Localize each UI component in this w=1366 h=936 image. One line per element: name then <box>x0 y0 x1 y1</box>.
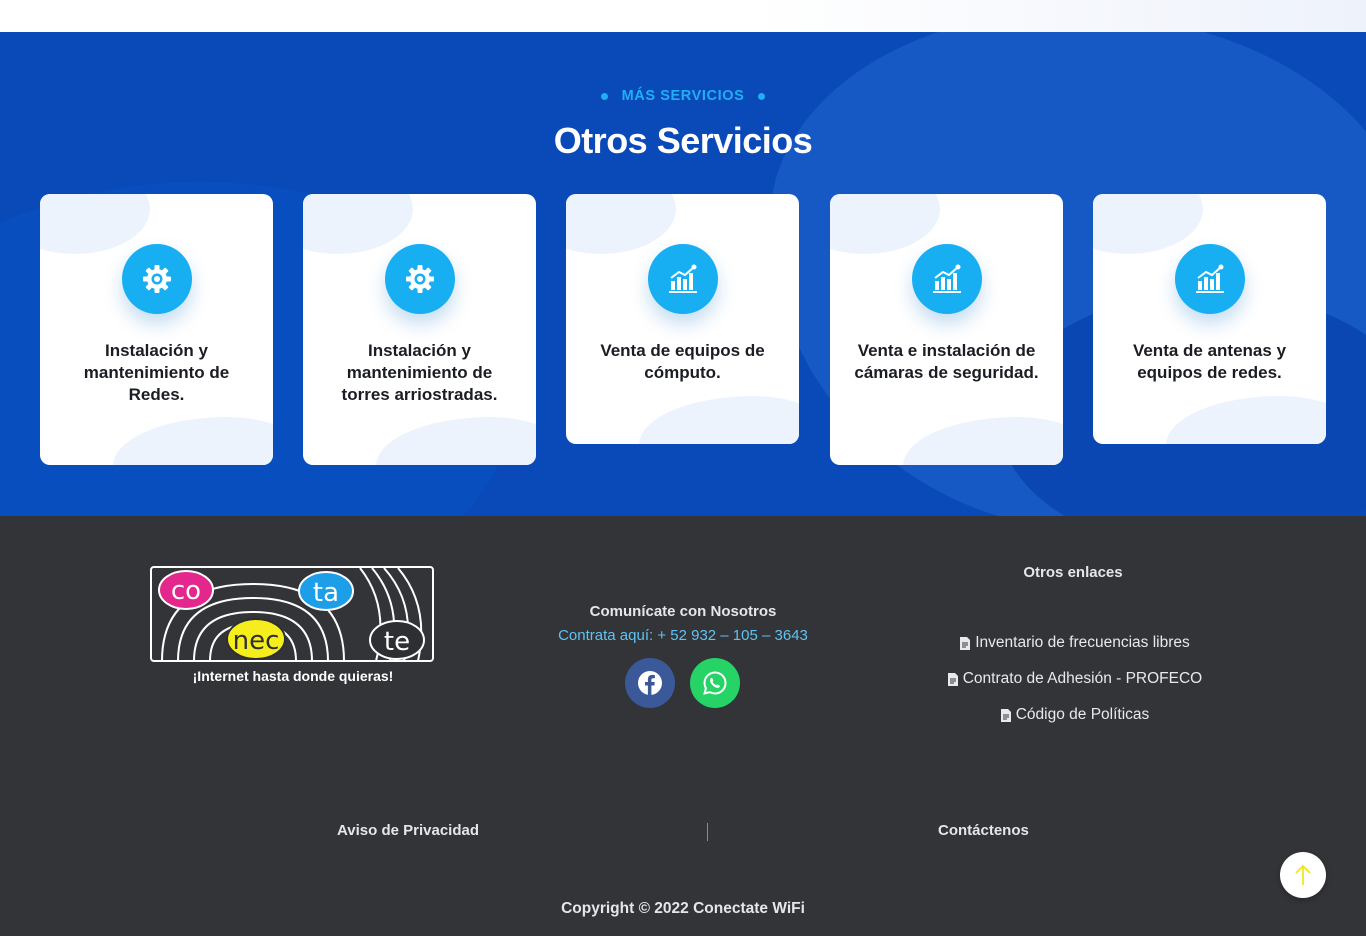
section-tag: MÁS SERVICIOS <box>0 88 1366 104</box>
facebook-button[interactable] <box>625 658 675 708</box>
service-card-network[interactable]: Instalación y mantenimiento de Redes. <box>40 194 273 465</box>
chart-icon <box>1174 244 1245 314</box>
service-card-antennas[interactable]: Venta de antenas y equipos de redes. <box>1093 194 1326 444</box>
link-label: Inventario de frecuencias libres <box>975 634 1190 651</box>
gear-icon <box>121 244 192 314</box>
divider <box>707 823 708 841</box>
footer: co ta nec te ¡Internet hasta donde quier… <box>0 516 1366 936</box>
link-policies-code[interactable]: Código de Políticas <box>880 706 1270 724</box>
link-label: Código de Políticas <box>1015 706 1150 723</box>
svg-text:ta: ta <box>313 578 339 608</box>
service-card-towers[interactable]: Instalación y mantenimiento de torres ar… <box>303 194 536 465</box>
scroll-to-top-button[interactable] <box>1280 852 1326 898</box>
svg-text:te: te <box>384 627 410 657</box>
dot-icon <box>600 92 608 100</box>
service-card-label: Venta e instalación de cámaras de seguri… <box>854 341 1039 382</box>
whatsapp-button[interactable] <box>690 658 740 708</box>
contact-link[interactable]: Contáctenos <box>938 822 1029 839</box>
privacy-link[interactable]: Aviso de Privacidad <box>337 822 479 839</box>
link-frequencies-inventory[interactable]: Inventario de frecuencias libres <box>880 634 1270 652</box>
dot-icon <box>758 92 766 100</box>
links-heading: Otros enlaces <box>1023 564 1123 581</box>
copyright: Copyright © 2022 Conectate WiFi <box>561 900 805 917</box>
section-tag-label: MÁS SERVICIOS <box>621 88 745 104</box>
service-card-label: Venta de antenas y equipos de redes. <box>1132 341 1287 382</box>
chart-icon <box>647 244 718 314</box>
chart-icon <box>911 244 982 314</box>
whatsapp-icon <box>703 671 727 695</box>
service-card-label: Venta de equipos de cómputo. <box>600 341 765 382</box>
file-icon <box>947 672 958 686</box>
service-card-computers[interactable]: Venta de equipos de cómputo. <box>566 194 799 444</box>
section-title: Otros Servicios <box>553 120 813 161</box>
contact-heading: Comunícate con Nosotros <box>589 603 777 620</box>
service-card-label: Instalación y mantenimiento de Redes. <box>83 341 230 404</box>
pdf-file-icon <box>960 636 971 650</box>
facebook-icon <box>638 671 662 695</box>
svg-text:nec: nec <box>233 626 280 656</box>
slogan: ¡Internet hasta donde quieras! <box>192 668 394 684</box>
gear-icon <box>384 244 455 314</box>
contact-phone-link[interactable]: Contrata aquí: + 52 932 – 105 – 3643 <box>483 627 883 644</box>
service-card-label: Instalación y mantenimiento de torres ar… <box>341 341 498 404</box>
link-label: Contrato de Adhesión - PROFECO <box>962 670 1203 687</box>
service-card-cameras[interactable]: Venta e instalación de cámaras de seguri… <box>830 194 1063 465</box>
svg-text:co: co <box>171 576 201 606</box>
top-strip <box>0 0 1366 32</box>
arrow-up-icon <box>1295 864 1311 885</box>
services-section: MÁS SERVICIOS Otros Servicios Instalació… <box>0 32 1366 516</box>
link-profeco-contract[interactable]: Contrato de Adhesión - PROFECO <box>880 670 1270 688</box>
file-icon <box>1000 708 1011 722</box>
